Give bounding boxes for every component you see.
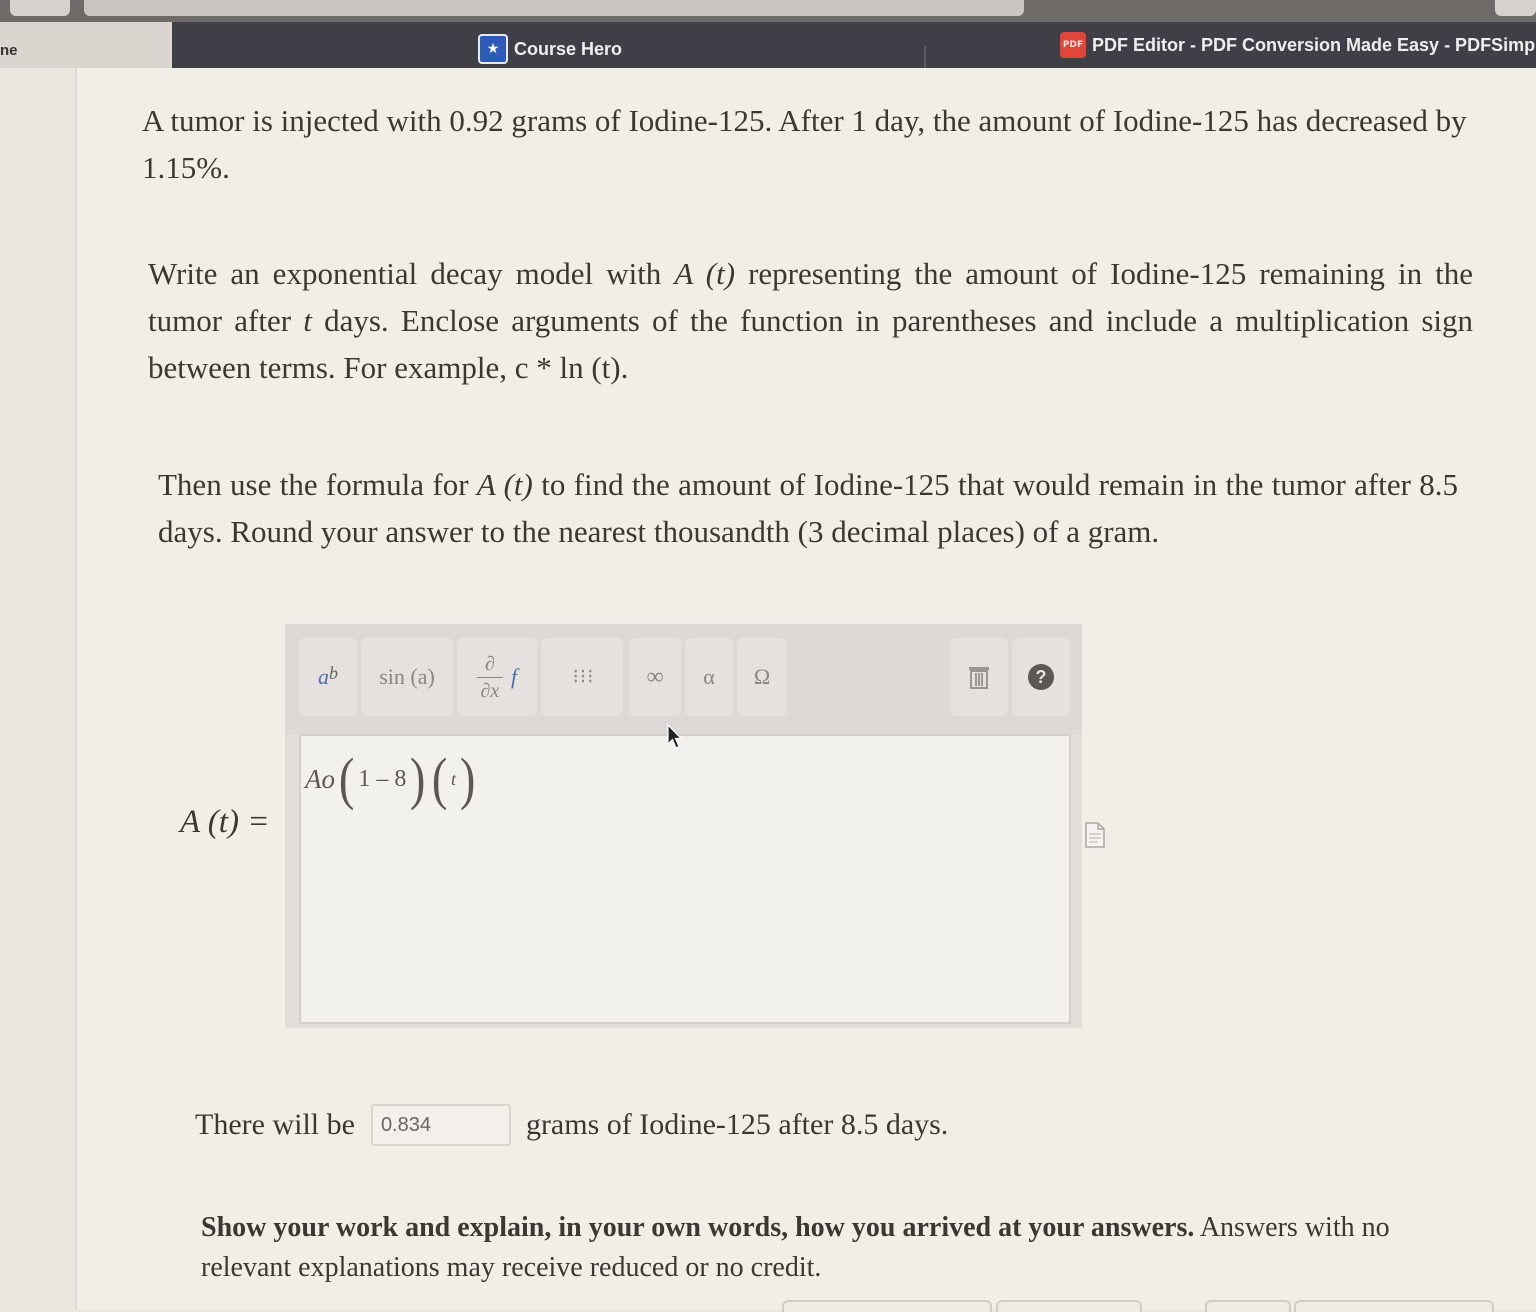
address-bar-edge[interactable] xyxy=(84,0,1024,16)
question-part-1: Write an exponential decay model with A … xyxy=(148,250,1473,391)
function-f: f xyxy=(510,664,518,689)
power-exponent: b xyxy=(329,662,338,683)
instructions-bold: Show your work and explain, in your own … xyxy=(201,1212,1195,1243)
bookmark-label: PDF Editor - PDF Conversion Made Easy - … xyxy=(1092,34,1536,55)
text: . xyxy=(620,350,629,385)
work-instructions: Show your work and explain, in your own … xyxy=(201,1208,1441,1288)
omega-icon: Ω xyxy=(753,664,771,689)
function-button[interactable]: sin (a) xyxy=(361,638,453,716)
delete-button[interactable] xyxy=(950,638,1008,716)
power-base: a xyxy=(318,664,329,689)
sin-label: sin (a) xyxy=(379,664,435,689)
power-button[interactable]: ab xyxy=(299,638,357,716)
matrix-icon: ⁝ ⁝ ⁝ xyxy=(572,666,593,688)
symbols-button[interactable]: Ω xyxy=(737,638,787,716)
text: Then use the formula for xyxy=(158,467,477,502)
answer-prefix: There will be xyxy=(195,1108,355,1141)
partial-bottom: ∂x xyxy=(480,679,500,702)
question-intro: A tumor is injected with 0.92 grams of I… xyxy=(142,103,1467,185)
paren-close: ) xyxy=(459,746,476,811)
document-icon[interactable] xyxy=(1084,821,1106,849)
tab-nub-right[interactable] xyxy=(1495,0,1536,16)
math-toolbar: ab sin (a) ∂ ∂x f ⁝ ⁝ ⁝ ∞ α Ω ? xyxy=(285,624,1082,734)
bookmark-stub[interactable]: ne xyxy=(0,22,172,68)
math-a-of-t: A (t) xyxy=(674,256,736,291)
browser-tab-strip xyxy=(0,0,1536,22)
math-expression: Ao ( 1 – 8 ) ( t ) xyxy=(305,750,477,808)
text: days. Enclose arguments of the function … xyxy=(148,303,1474,385)
bookmark-course-hero[interactable]: ★ Course Hero xyxy=(478,34,622,64)
paren-open: ( xyxy=(431,746,448,811)
course-hero-star-icon: ★ xyxy=(478,34,508,64)
bottom-tab-2[interactable] xyxy=(996,1300,1142,1312)
alpha-icon: α xyxy=(703,664,715,689)
answer-input[interactable] xyxy=(370,1104,511,1146)
text: Write an exponential decay model with xyxy=(148,256,675,291)
tab-nub[interactable] xyxy=(10,0,70,16)
paren-close: ) xyxy=(410,746,426,811)
matrix-button[interactable]: ⁝ ⁝ ⁝ xyxy=(541,638,623,716)
math-t: t xyxy=(303,303,312,338)
help-button[interactable]: ? xyxy=(1012,638,1070,716)
bookmark-stub-label: ne xyxy=(0,42,18,59)
expr-inner-2: t xyxy=(450,768,456,789)
math-editor: ab sin (a) ∂ ∂x f ⁝ ⁝ ⁝ ∞ α Ω ? Ao (1 –… xyxy=(285,624,1082,1028)
mouse-cursor-icon xyxy=(667,724,683,749)
partial-top: ∂ xyxy=(484,652,495,675)
bookmark-label: Course Hero xyxy=(514,38,623,59)
answer-lhs-label: A (t) = xyxy=(180,804,270,840)
bookmarks-bar: ne ★ Course Hero PDF PDF Editor - PDF Co… xyxy=(0,22,1536,86)
math-a-of-t: A (t) xyxy=(476,467,533,502)
trash-icon xyxy=(969,667,989,689)
paren-open: ( xyxy=(338,746,355,811)
math-input-area[interactable]: Ao ( 1 – 8 ) ( t ) xyxy=(299,734,1071,1024)
bookmark-pdf-editor[interactable]: PDF PDF Editor - PDF Conversion Made Eas… xyxy=(1060,32,1536,58)
answer-row: There will be grams of Iodine-125 after … xyxy=(195,1104,948,1146)
answer-suffix: grams of Iodine-125 after 8.5 days. xyxy=(525,1108,949,1141)
question-part-2: Then use the formula for A (t) to find t… xyxy=(158,461,1458,555)
expr-ao: Ao xyxy=(305,763,335,794)
bottom-tab-4[interactable] xyxy=(1294,1300,1494,1312)
greek-button[interactable]: α xyxy=(685,638,733,716)
pdf-icon: PDF xyxy=(1060,32,1086,58)
help-icon: ? xyxy=(1028,664,1054,690)
expr-inner-1: 1 – 8 xyxy=(358,765,407,792)
fraction-bar xyxy=(476,676,503,678)
infinity-icon: ∞ xyxy=(646,663,664,690)
bottom-tab-3[interactable] xyxy=(1205,1300,1291,1312)
math-example: c * ln (t) xyxy=(514,350,621,385)
bottom-tab-1[interactable] xyxy=(782,1300,992,1312)
calculus-button[interactable]: ∂ ∂x f xyxy=(457,638,537,716)
infinity-button[interactable]: ∞ xyxy=(629,638,681,716)
